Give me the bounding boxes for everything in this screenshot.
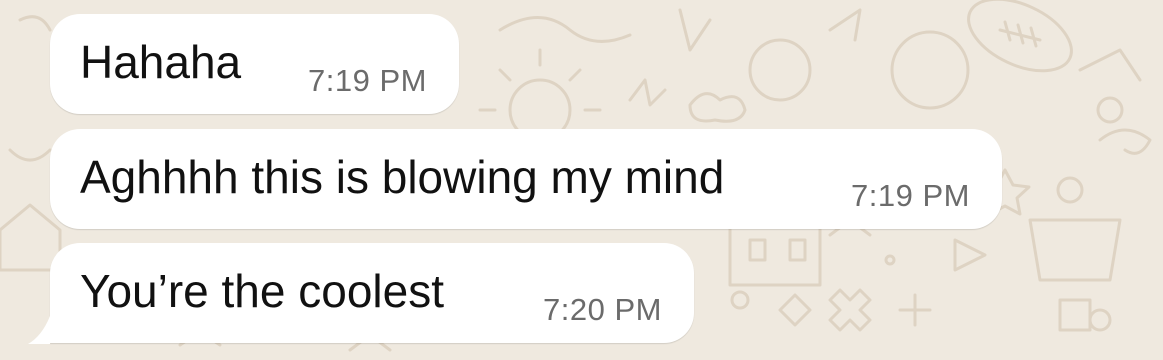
message-text: Hahaha — [80, 36, 242, 88]
message-text: You’re the coolest — [80, 265, 445, 317]
message-timestamp: 7:20 PM — [543, 292, 662, 327]
bubble-tail-icon — [28, 316, 50, 344]
message-timestamp: 7:19 PM — [851, 178, 970, 213]
message-bubble[interactable]: Hahaha 7:19 PM — [50, 14, 459, 114]
message-thread: Hahaha 7:19 PM Aghhhh this is blowing my… — [0, 0, 1163, 360]
message-timestamp: 7:19 PM — [308, 63, 427, 98]
message-text: Aghhhh this is blowing my mind — [80, 151, 725, 203]
message-bubble[interactable]: Aghhhh this is blowing my mind 7:19 PM — [50, 129, 1002, 229]
message-bubble[interactable]: You’re the coolest 7:20 PM — [50, 243, 694, 343]
